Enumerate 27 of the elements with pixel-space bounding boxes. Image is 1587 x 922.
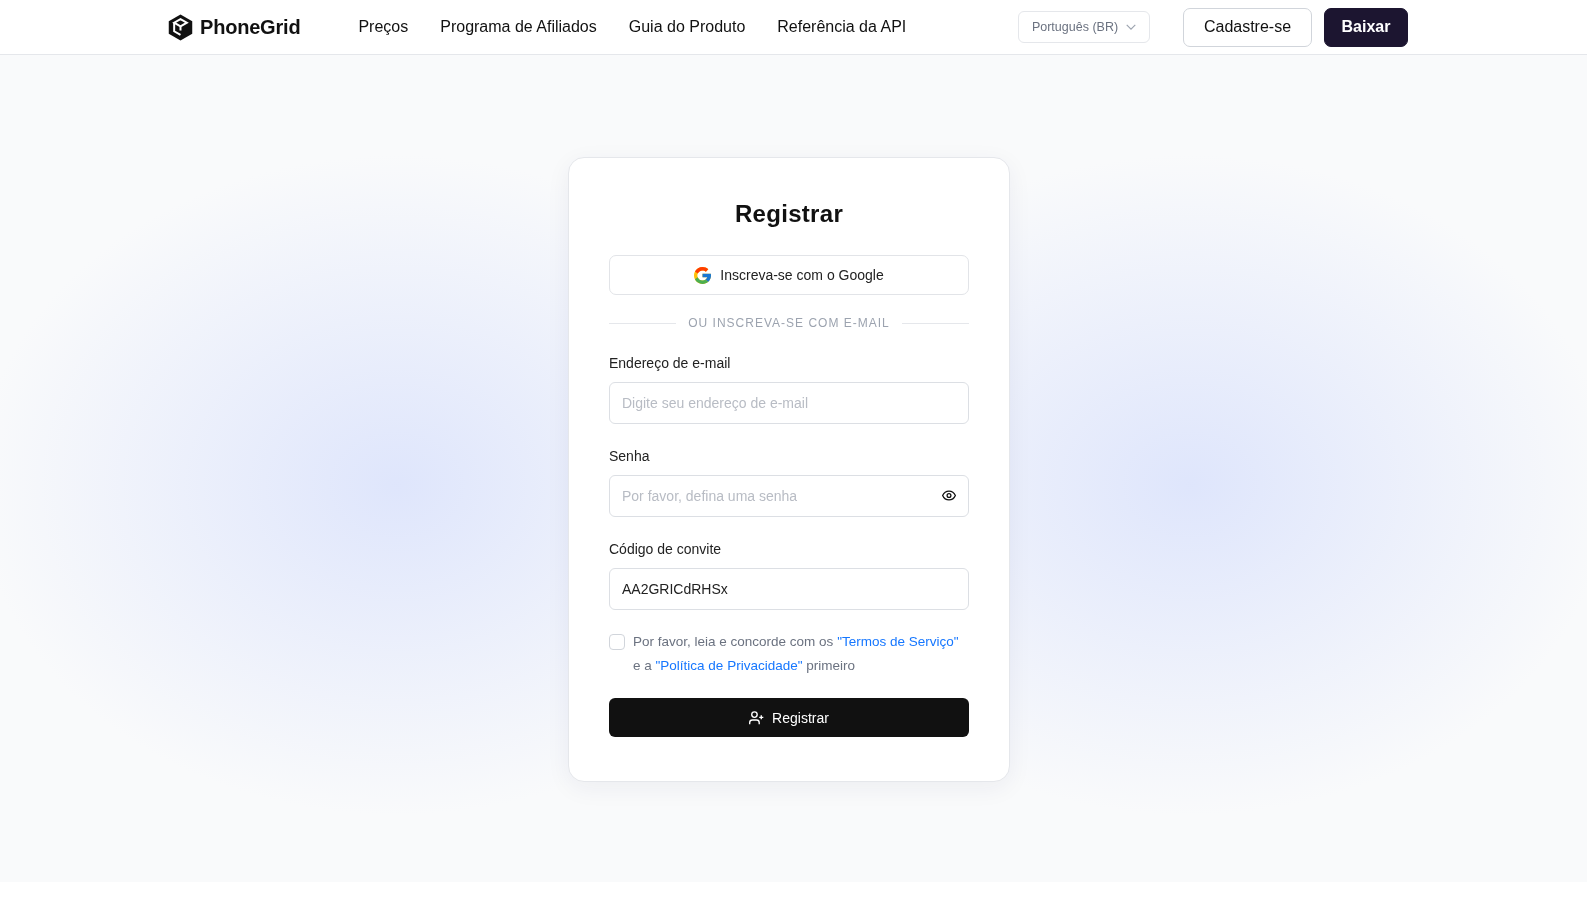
chevron-down-icon: [1126, 24, 1137, 30]
google-icon: [694, 266, 712, 284]
form-title: Registrar: [733, 199, 845, 229]
hexagon-logo-icon: [168, 13, 193, 41]
nav-link[interactable]: Programa de Afiliados: [440, 18, 597, 36]
invite-code-field[interactable]: AA2GRICdRHSx: [609, 568, 969, 610]
password-field[interactable]: Por favor, defina uma senha: [609, 475, 969, 517]
nav-link[interactable]: Referência da API: [777, 18, 907, 36]
field-label: Código de convite: [609, 540, 723, 559]
nav-link[interactable]: Guia do Produto: [628, 18, 746, 36]
user-plus-icon: [749, 710, 765, 725]
divider-label: OU INSCREVA-SE COM E-MAIL: [688, 315, 890, 331]
email-field[interactable]: Digite seu endereço de e-mail: [609, 382, 969, 424]
download-button[interactable]: Baixar: [1324, 7, 1408, 47]
eye-icon[interactable]: [942, 490, 956, 501]
agreement-text: Por favor, leia e concorde com os "Termos de Serviço" e a "Política de Privacidade" primeiro: [633, 633, 960, 675]
field-label: Endereço de e-mail: [609, 354, 732, 373]
language-select[interactable]: Português (BR): [1018, 11, 1150, 43]
nav-link[interactable]: Preços: [358, 18, 409, 36]
legal-link[interactable]: "Termos de Serviço": [837, 634, 959, 649]
agreement-checkbox[interactable]: [609, 634, 625, 650]
signup-button[interactable]: Cadastre-se: [1183, 7, 1312, 47]
google-signup-button[interactable]: Inscreva-se com o Google: [609, 255, 969, 295]
legal-link[interactable]: "Política de Privacidade": [655, 658, 803, 673]
field-label: Senha: [609, 447, 651, 466]
register-button[interactable]: Registrar: [609, 698, 969, 737]
logo-link[interactable]: PhoneGrid: [168, 13, 301, 41]
